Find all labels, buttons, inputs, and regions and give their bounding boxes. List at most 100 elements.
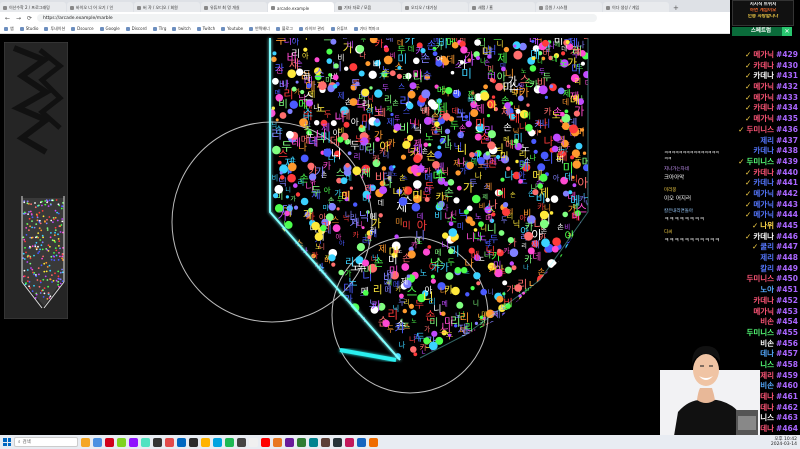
url-input[interactable]: https://arcade.example/marble xyxy=(37,14,597,22)
taskbar-app-icon[interactable] xyxy=(165,437,174,447)
marble xyxy=(549,84,554,89)
marble-label: 카 xyxy=(571,310,577,318)
chat-username[interactable]: 미리뭉 xyxy=(664,187,720,195)
taskbar-app-icon[interactable] xyxy=(189,437,198,447)
bookmark-item[interactable]: 반짝배너 xyxy=(249,26,270,32)
bookmark-icon xyxy=(172,26,177,31)
marble xyxy=(274,245,279,250)
taskbar-app-icon[interactable] xyxy=(309,437,318,447)
browser-tab[interactable]: 버 쟈 / 오디오 / 회원 xyxy=(134,2,200,12)
system-clock[interactable]: 오후 10:42 2024-03-14 xyxy=(771,437,797,447)
taskbar-app-icon[interactable] xyxy=(93,437,102,447)
taskbar-app-icon[interactable] xyxy=(117,437,126,447)
taskbar-app-icon[interactable] xyxy=(321,437,330,447)
bookmark-item[interactable]: 투네이션 xyxy=(44,26,65,32)
browser-tab[interactable]: 오디오 / 대기실 xyxy=(402,2,468,12)
bookmark-item[interactable]: 유튜브 xyxy=(330,26,348,32)
taskbar-app-icon[interactable] xyxy=(129,437,138,447)
bookmark-item[interactable]: twitch xyxy=(172,26,191,31)
taskbar-app-icon[interactable] xyxy=(81,437,90,447)
bookmark-label: Tlrg xyxy=(158,26,167,31)
marble-label: 가 xyxy=(290,195,296,203)
rank-row: 제리 #437 xyxy=(718,136,798,147)
bookmark-item[interactable]: 앱 xyxy=(4,26,14,32)
bookmark-item[interactable]: Discord xyxy=(125,26,147,31)
taskbar-app-icon[interactable] xyxy=(249,437,258,447)
browser-tab[interactable]: 바이오 너 어 오기 / 인 xyxy=(67,2,133,12)
taskbar-app-icon[interactable] xyxy=(201,437,210,447)
marble xyxy=(557,87,565,95)
bookmark-item[interactable]: Twitch xyxy=(196,26,215,31)
marble xyxy=(296,299,303,306)
browser-tab[interactable]: arcade.example xyxy=(268,2,334,12)
marble-label: 제 xyxy=(361,168,371,180)
bookmark-item[interactable]: Google xyxy=(99,26,120,31)
taskbar-app-icon[interactable] xyxy=(369,437,378,447)
chat-username[interactable]: 칼은내리면돌아 xyxy=(664,208,720,216)
taskbar-app-icon[interactable] xyxy=(261,437,270,447)
bookmark-item[interactable]: Dsource xyxy=(71,26,94,31)
taskbar-app-icon[interactable] xyxy=(357,437,366,447)
back-button[interactable]: ← xyxy=(4,15,11,22)
bookmark-item[interactable]: 블로그 xyxy=(275,26,293,32)
taskbar-app-icon[interactable] xyxy=(153,437,162,447)
taskbar-app-icon[interactable] xyxy=(177,437,186,447)
browser-tab[interactable]: 음원 / 시스템 xyxy=(536,2,602,12)
browser-tab[interactable]: 유튜브 최 멍 개실 xyxy=(201,2,267,12)
start-icon[interactable] xyxy=(3,438,11,446)
taskbar-app-icon[interactable] xyxy=(225,437,234,447)
preview-marble xyxy=(50,258,53,261)
preview-marble xyxy=(57,275,60,278)
browser-tab[interactable]: 이다 생성 / 게임 xyxy=(603,2,669,12)
reload-button[interactable]: ⟳ xyxy=(26,15,33,22)
marble-label: 스 xyxy=(398,82,405,91)
marble-label: 아 xyxy=(296,337,305,349)
preview-marble xyxy=(59,231,62,233)
marble-label: 손 xyxy=(479,132,489,146)
bookmark-item[interactable]: Tlrg xyxy=(152,26,167,31)
marble xyxy=(537,283,543,289)
taskbar-app-icon[interactable] xyxy=(285,437,294,447)
browser-tab[interactable]: 기타 자료 / 모음 xyxy=(335,2,401,12)
marble-label: 아 xyxy=(312,308,322,320)
taskbar-app-icon[interactable] xyxy=(141,437,150,447)
marble xyxy=(513,138,519,144)
marble xyxy=(501,66,506,72)
marble xyxy=(337,136,344,143)
marble-label: 미 xyxy=(457,108,463,117)
taskbar-app-icon[interactable] xyxy=(213,437,222,447)
taskbar-app-icon[interactable] xyxy=(273,437,282,447)
forward-button[interactable]: → xyxy=(15,15,22,22)
bookmark-item[interactable]: Studio xyxy=(19,26,38,31)
chat-username[interactable]: 디씨 xyxy=(664,229,720,237)
taskbar-search[interactable]: ⌕ 검색 xyxy=(14,437,78,447)
marble-label: 카 xyxy=(413,334,420,343)
taskbar-app-icon[interactable] xyxy=(237,437,246,447)
preview-marble xyxy=(31,268,34,271)
marble xyxy=(542,324,550,333)
browser-tab[interactable]: 이산수학 2 / 프로그래밍 xyxy=(0,2,66,12)
rank-row: 비손 #454 xyxy=(718,317,798,328)
marble-label: 데 xyxy=(551,55,557,63)
browser-tab[interactable]: 새탭 / 홈 xyxy=(469,2,535,12)
taskbar-app-icon[interactable] xyxy=(105,437,114,447)
marble xyxy=(575,142,583,150)
taskbar-app-icon[interactable] xyxy=(345,437,354,447)
preview-marble xyxy=(42,289,44,292)
search-icon: ⌕ xyxy=(18,440,21,445)
chat-username[interactable]: 지나가는자네 xyxy=(664,166,720,174)
taskbar-app-icon[interactable] xyxy=(297,437,306,447)
new-tab-button[interactable]: + xyxy=(670,4,682,12)
marble xyxy=(501,352,507,358)
bookmark-item[interactable]: Youtube xyxy=(221,26,243,31)
marble-label: 메 xyxy=(442,300,448,308)
marble xyxy=(583,71,588,79)
preview-marble xyxy=(54,229,57,232)
bookmark-item[interactable]: 라이브 관리 xyxy=(298,26,325,32)
marble-label: 스 xyxy=(336,168,345,179)
marble xyxy=(340,177,348,185)
bookmark-item[interactable]: 기타 북마크 xyxy=(353,26,379,32)
taskbar-app-icon[interactable] xyxy=(333,437,342,447)
marble-label: 메 xyxy=(435,248,442,257)
marble xyxy=(437,145,442,150)
